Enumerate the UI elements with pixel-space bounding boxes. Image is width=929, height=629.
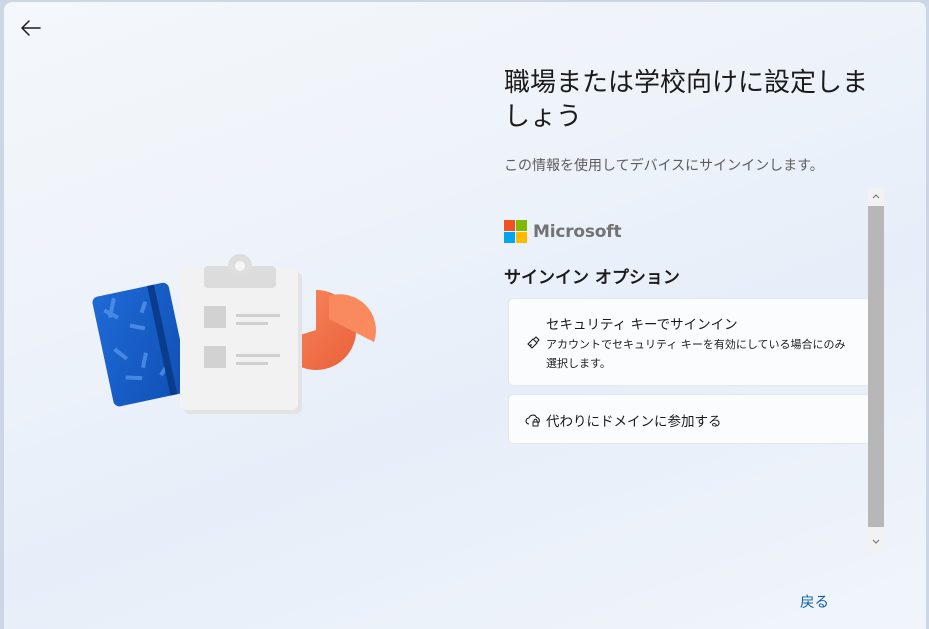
security-key-option-title: セキュリティ キーでサインイン — [546, 317, 738, 333]
back-link[interactable]: 戻る — [800, 591, 829, 612]
cloud-lock-icon — [525, 414, 540, 427]
chevron-up-icon — [872, 194, 880, 199]
scroll-down-button[interactable] — [868, 534, 884, 550]
security-key-option-description: アカウントでセキュリティ キーを有効にしている場合にのみ選択します。 — [546, 338, 846, 370]
microsoft-logo: Microsoft — [504, 220, 622, 243]
back-arrow-button[interactable] — [18, 16, 44, 40]
sign-in-panel: Microsoft サインイン オプション セキュリティ キーでサインイン アカ… — [500, 188, 884, 550]
page-title: 職場または学校向けに設定しましょう — [504, 68, 869, 132]
scroll-up-button[interactable] — [868, 188, 884, 204]
microsoft-logo-icon — [504, 220, 527, 243]
chevron-down-icon — [872, 539, 880, 544]
security-key-option[interactable]: セキュリティ キーでサインイン アカウントでセキュリティ キーを有効にしている場… — [508, 298, 872, 386]
arrow-left-icon — [21, 20, 41, 36]
scroll-thumb[interactable] — [868, 206, 884, 527]
security-key-icon — [527, 336, 540, 349]
microsoft-wordmark: Microsoft — [533, 221, 622, 242]
oobe-window: 職場または学校向けに設定しましょう この情報を使用してデバイスにサインインします… — [4, 2, 926, 629]
setup-illustration — [92, 254, 376, 414]
domain-join-option[interactable]: 代わりにドメインに参加する — [508, 394, 872, 444]
page-subtitle: この情報を使用してデバイスにサインインします。 — [504, 158, 824, 174]
options-scrollbar[interactable] — [868, 188, 884, 550]
sign-in-options-heading: サインイン オプション — [504, 268, 680, 288]
domain-join-option-title: 代わりにドメインに参加する — [546, 414, 722, 430]
